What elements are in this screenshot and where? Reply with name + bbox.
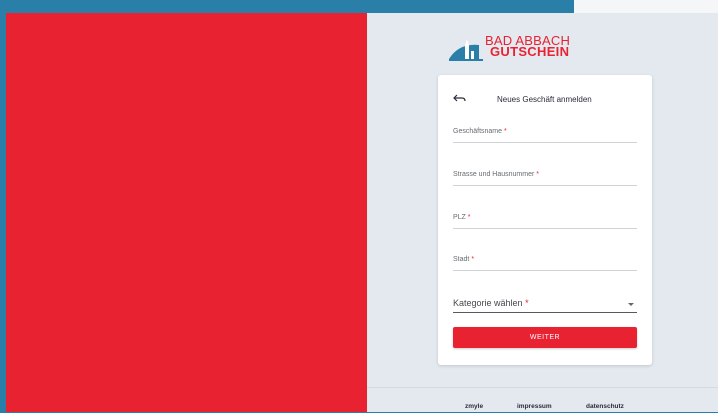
footer-link-impressum[interactable]: impressum	[517, 403, 552, 410]
chevron-down-icon	[628, 303, 634, 306]
logo-text-bottom: GUTSCHEIN	[490, 44, 570, 59]
business-name-label: Geschäftsname *	[453, 128, 507, 135]
street-label: Strasse und Hausnummer *	[453, 171, 540, 178]
form-panel: BAD ABBACH GUTSCHEIN Neues Geschäft anme…	[367, 13, 718, 412]
category-select[interactable]: Kategorie wählen *	[453, 297, 637, 313]
top-bar-right-area	[574, 0, 718, 13]
city-label: Stadt *	[453, 256, 475, 263]
registration-card: Neues Geschäft anmelden Geschäftsname * …	[438, 75, 652, 365]
footer: zmyle impressum datenschutz	[367, 387, 718, 413]
zip-field[interactable]: PLZ *	[453, 214, 637, 229]
arrow-left-icon[interactable]	[452, 93, 468, 105]
footer-link-datenschutz[interactable]: datenschutz	[586, 403, 624, 410]
category-select-label: Kategorie wählen *	[453, 298, 529, 308]
hero-panel	[6, 13, 367, 412]
church-logo-icon	[449, 39, 483, 61]
street-field[interactable]: Strasse und Hausnummer *	[453, 171, 637, 186]
footer-link-zmyle[interactable]: zmyle	[465, 403, 483, 410]
business-name-field[interactable]: Geschäftsname *	[453, 128, 637, 143]
card-title: Neues Geschäft anmelden	[497, 95, 592, 104]
city-field[interactable]: Stadt *	[453, 256, 637, 271]
brand-logo: BAD ABBACH GUTSCHEIN	[449, 33, 570, 65]
continue-button[interactable]: WEITER	[453, 327, 637, 348]
zip-label: PLZ *	[453, 214, 471, 221]
